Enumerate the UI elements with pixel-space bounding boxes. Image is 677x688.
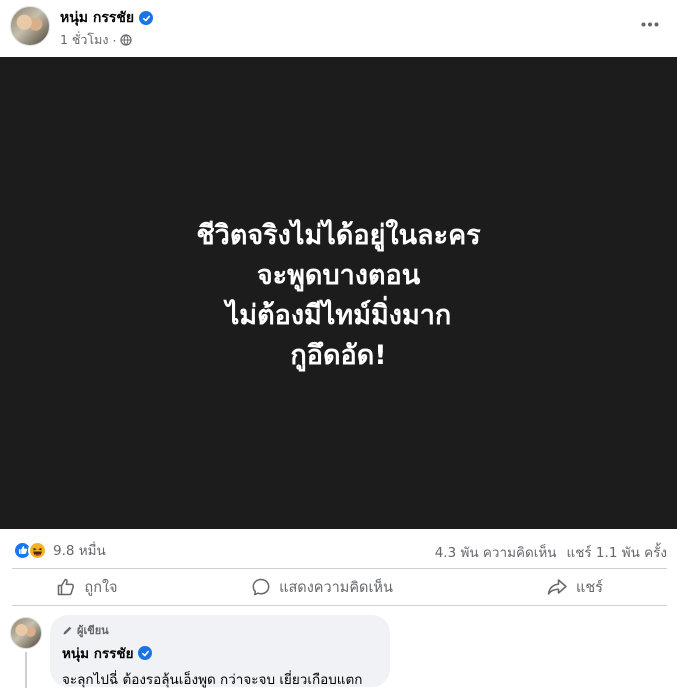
image-text-line: ชีวิตจริงไม่ได้อยู่ในละคร [196, 220, 481, 251]
post-header: หนุ่ม กรรชัย 1 ชั่วโมง · [0, 0, 677, 57]
image-text-line: กูอึดอัด! [290, 340, 387, 371]
verified-icon [138, 646, 153, 660]
commenter-name-row: หนุ่ม กรรชัย [62, 642, 378, 664]
author-name-row: หนุ่ม กรรชัย [60, 7, 154, 29]
image-text-line: จะพูดบางตอน [256, 260, 421, 291]
comment-item: ผู้เขียน หนุ่ม กรรชัย จะลุกไปฉี่ ต้องรอล… [0, 612, 677, 688]
reactions-summary[interactable]: 9.8 หมื่น [13, 539, 106, 561]
commenter-name[interactable]: หนุ่ม กรรชัย [62, 642, 133, 664]
more-icon[interactable] [636, 12, 664, 36]
author-badge: ผู้เขียน [62, 621, 378, 639]
comment-bubble: ผู้เขียน หนุ่ม กรรชัย จะลุกไปฉี่ ต้องรอล… [50, 615, 390, 688]
shares-count[interactable]: แชร์ 1.1 พัน ครั้ง [567, 541, 667, 563]
post-meta: 1 ชั่วโมง · [60, 30, 133, 50]
share-button[interactable]: แชร์ [482, 569, 667, 605]
comment-text: จะลุกไปฉี่ ต้องรอลุ้นเอ็งพูด กว่าจะจบ เย… [62, 672, 363, 688]
author-name[interactable]: หนุ่ม กรรชัย [60, 7, 134, 29]
meta-separator: · [112, 32, 117, 48]
commenter-avatar[interactable] [10, 617, 42, 649]
thumb-up-icon [58, 578, 75, 596]
haha-reaction-icon [28, 540, 47, 560]
comments-count[interactable]: 4.3 พัน ความคิดเห็น [435, 541, 557, 563]
share-icon [547, 579, 567, 595]
author-badge-label: ผู้เขียน [77, 624, 109, 637]
globe-icon [120, 34, 133, 46]
post-actions: ถูกใจ แสดงความคิดเห็น แชร์ [12, 568, 667, 606]
image-text-line: ไม่ต้องมีไทม์มิ่งมาก [225, 300, 452, 331]
comment-label: แสดงความคิดเห็น [279, 579, 393, 596]
like-button[interactable]: ถูกใจ [12, 569, 162, 605]
post-stats: 9.8 หมื่น 4.3 พัน ความคิดเห็น แชร์ 1.1 พ… [0, 530, 677, 568]
post-time[interactable]: 1 ชั่วโมง [60, 30, 109, 50]
image-text: ชีวิตจริงไม่ได้อยู่ในละคร จะพูดบางตอน ไม… [196, 216, 480, 376]
thread-line [25, 652, 27, 688]
comment-button[interactable]: แสดงความคิดเห็น [162, 569, 482, 605]
share-label: แชร์ [576, 579, 603, 596]
stats-right: 4.3 พัน ความคิดเห็น แชร์ 1.1 พัน ครั้ง [435, 541, 667, 563]
reactions-count: 9.8 หมื่น [53, 543, 106, 559]
comment-icon [252, 578, 270, 596]
like-label: ถูกใจ [84, 579, 118, 596]
author-avatar[interactable] [10, 6, 50, 46]
verified-icon [139, 11, 154, 25]
post-image[interactable]: ชีวิตจริงไม่ได้อยู่ในละคร จะพูดบางตอน ไม… [0, 57, 677, 529]
pencil-icon [63, 626, 72, 634]
